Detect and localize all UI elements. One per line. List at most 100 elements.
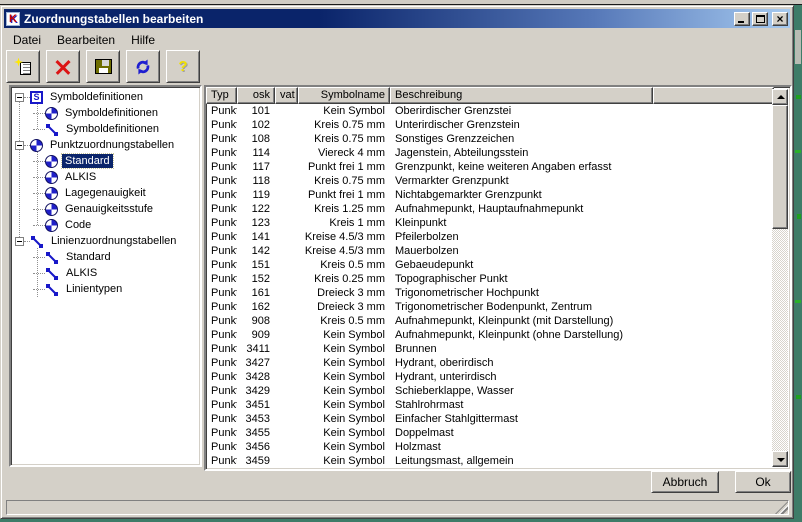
point-symbol-icon <box>45 155 58 168</box>
tree-item-linienzuordnungstabellen[interactable]: Linienzuordnungstabellen <box>11 233 200 249</box>
table-row[interactable]: Punkt102Kreis 0.75 mmUnterirdischer Gren… <box>206 118 774 132</box>
cell-vat <box>275 202 298 216</box>
column-header-osk[interactable]: osk <box>237 87 275 104</box>
expand-collapse-icon[interactable] <box>15 93 24 102</box>
mapping-table[interactable]: TyposkvatSymbolnameBeschreibung Punkt101… <box>204 85 792 471</box>
tree-item-label: Code <box>62 218 94 232</box>
resize-grip-icon[interactable] <box>775 501 788 514</box>
table-row[interactable]: Punkt151Kreis 0.5 mmGebaeudepunkt <box>206 258 774 272</box>
tree-item-code[interactable]: Code <box>11 217 200 233</box>
column-header-empty[interactable] <box>653 87 774 104</box>
tree-item-lagegenauigkeit[interactable]: Lagegenauigkeit <box>11 185 200 201</box>
maximize-button[interactable] <box>752 12 768 26</box>
table-row[interactable]: Punkt3429Kein SymbolSchieberklappe, Wass… <box>206 384 774 398</box>
table-row[interactable]: Punkt3456Kein SymbolHolzmast <box>206 440 774 454</box>
cell-typ: Punkt <box>206 454 237 468</box>
tree-item-symboldefinitionen[interactable]: Symboldefinitionen <box>11 105 200 121</box>
table-row[interactable]: Punkt114Viereck 4 mmJagenstein, Abteilun… <box>206 146 774 160</box>
help-button[interactable]: ? <box>166 50 200 83</box>
tree-item-alkis[interactable]: ALKIS <box>11 169 200 185</box>
delete-button[interactable] <box>46 50 80 83</box>
table-row[interactable]: Punkt3428Kein SymbolHydrant, unterirdisc… <box>206 370 774 384</box>
cell-symbolname: Kreise 4.5/3 mm <box>298 230 390 244</box>
tree-item-standard[interactable]: Standard <box>11 249 200 265</box>
table-row[interactable]: Punkt117Punkt frei 1 mmGrenzpunkt, keine… <box>206 160 774 174</box>
ok-button[interactable]: Ok <box>735 471 791 493</box>
cell-beschreibung: Aufnahmepunkt, Hauptaufnahmepunkt <box>390 202 653 216</box>
close-button[interactable]: × <box>772 12 788 26</box>
table-row[interactable]: Punkt152Kreis 0.25 mmTopographischer Pun… <box>206 272 774 286</box>
tree-item-punktzuordnungstabellen[interactable]: Punktzuordnungstabellen <box>11 137 200 153</box>
column-header-beschreibung[interactable]: Beschreibung <box>390 87 653 104</box>
table-row[interactable]: Punkt3459Kein SymbolLeitungsmast, allgem… <box>206 454 774 468</box>
expand-collapse-icon[interactable] <box>15 141 24 150</box>
table-row[interactable]: Punkt162Dreieck 3 mmTrigonometrischer Bo… <box>206 300 774 314</box>
tree-item-linientypen[interactable]: Linientypen <box>11 281 200 297</box>
save-button[interactable] <box>86 50 120 83</box>
dialog-window: K Zuordnungstabellen bearbeiten × Datei … <box>0 5 794 519</box>
new-button[interactable] <box>6 50 40 83</box>
scroll-up-button[interactable] <box>772 89 788 105</box>
table-row[interactable]: Punkt3451Kein SymbolStahlrohrmast <box>206 398 774 412</box>
table-row[interactable]: Punkt3427Kein SymbolHydrant, oberirdisch <box>206 356 774 370</box>
table-row[interactable]: Punkt908Kreis 0.5 mmAufnahmepunkt, Klein… <box>206 314 774 328</box>
tree-item-genauigkeitsstufe[interactable]: Genauigkeitsstufe <box>11 201 200 217</box>
point-symbol-icon <box>45 171 58 184</box>
vertical-scrollbar[interactable] <box>772 89 788 467</box>
table-row[interactable]: Punkt142Kreise 4.5/3 mmMauerbolzen <box>206 244 774 258</box>
tree-item-symboldefinitionen[interactable]: Symboldefinitionen <box>11 121 200 137</box>
cell-symbolname: Kein Symbol <box>298 342 390 356</box>
cell-empty <box>653 342 774 356</box>
table-row[interactable]: Punkt161Dreieck 3 mmTrigonometrischer Ho… <box>206 286 774 300</box>
refresh-button[interactable] <box>126 50 160 83</box>
expand-collapse-icon[interactable] <box>15 237 24 246</box>
table-row[interactable]: Punkt122Kreis 1.25 mmAufnahmepunkt, Haup… <box>206 202 774 216</box>
cell-symbolname: Kein Symbol <box>298 104 390 118</box>
scrollbar-thumb[interactable] <box>772 105 788 229</box>
table-row[interactable]: Punkt141Kreise 4.5/3 mmPfeilerbolzen <box>206 230 774 244</box>
column-header-symbolname[interactable]: Symbolname <box>298 87 390 104</box>
table-row[interactable]: Punkt3411Kein SymbolBrunnen <box>206 342 774 356</box>
app-icon: K <box>6 12 20 26</box>
cell-typ: Punkt <box>206 342 237 356</box>
column-header-typ[interactable]: Typ <box>206 87 237 104</box>
cell-empty <box>653 356 774 370</box>
table-row[interactable]: Punkt118Kreis 0.75 mmVermarkter Grenzpun… <box>206 174 774 188</box>
tree-item-symboldefinitionen[interactable]: Symboldefinitionen <box>11 89 200 105</box>
minimize-button[interactable] <box>734 12 750 26</box>
table-row[interactable]: Punkt123Kreis 1 mmKleinpunkt <box>206 216 774 230</box>
column-header-vat[interactable]: vat <box>275 87 298 104</box>
status-bar <box>6 500 789 515</box>
cell-beschreibung: Mauerbolzen <box>390 244 653 258</box>
table-row[interactable]: Punkt3455Kein SymbolDoppelmast <box>206 426 774 440</box>
table-row[interactable]: Punkt101Kein SymbolOberirdischer Grenzst… <box>206 104 774 118</box>
cell-vat <box>275 398 298 412</box>
cell-typ: Punkt <box>206 216 237 230</box>
tree-item-alkis[interactable]: ALKIS <box>11 265 200 281</box>
menu-bar: Datei Bearbeiten Hilfe <box>5 31 789 49</box>
menu-hilfe[interactable]: Hilfe <box>123 32 163 48</box>
title-bar[interactable]: K Zuordnungstabellen bearbeiten × <box>4 9 790 28</box>
cell-osk: 161 <box>237 286 275 300</box>
window-title: Zuordnungstabellen bearbeiten <box>24 12 732 26</box>
cell-typ: Punkt <box>206 272 237 286</box>
table-row[interactable]: Punkt909Kein SymbolAufnahmepunkt, Kleinp… <box>206 328 774 342</box>
cell-vat <box>275 188 298 202</box>
tree-item-standard[interactable]: Standard <box>11 153 200 169</box>
scroll-down-button[interactable] <box>772 451 788 467</box>
delete-icon <box>55 59 71 75</box>
menu-datei[interactable]: Datei <box>5 32 49 48</box>
table-row[interactable]: Punkt108Kreis 0.75 mmSonstiges Grenzzeic… <box>206 132 774 146</box>
desktop-icon-fragment <box>796 95 801 99</box>
table-row[interactable]: Punkt3453Kein SymbolEinfacher Stahlgitte… <box>206 412 774 426</box>
cell-beschreibung: Pfeilerbolzen <box>390 230 653 244</box>
desktop-icon-fragment <box>795 300 801 303</box>
table-row[interactable]: Punkt119Punkt frei 1 mmNichtabgemarkter … <box>206 188 774 202</box>
tree-panel[interactable]: SymboldefinitionenSymboldefinitionenSymb… <box>9 85 202 467</box>
menu-bearbeiten[interactable]: Bearbeiten <box>49 32 123 48</box>
cancel-button[interactable]: Abbruch <box>651 471 719 493</box>
cell-empty <box>653 188 774 202</box>
arrow-up-icon <box>777 95 785 99</box>
cell-symbolname: Kein Symbol <box>298 412 390 426</box>
tree-connector <box>33 177 45 178</box>
